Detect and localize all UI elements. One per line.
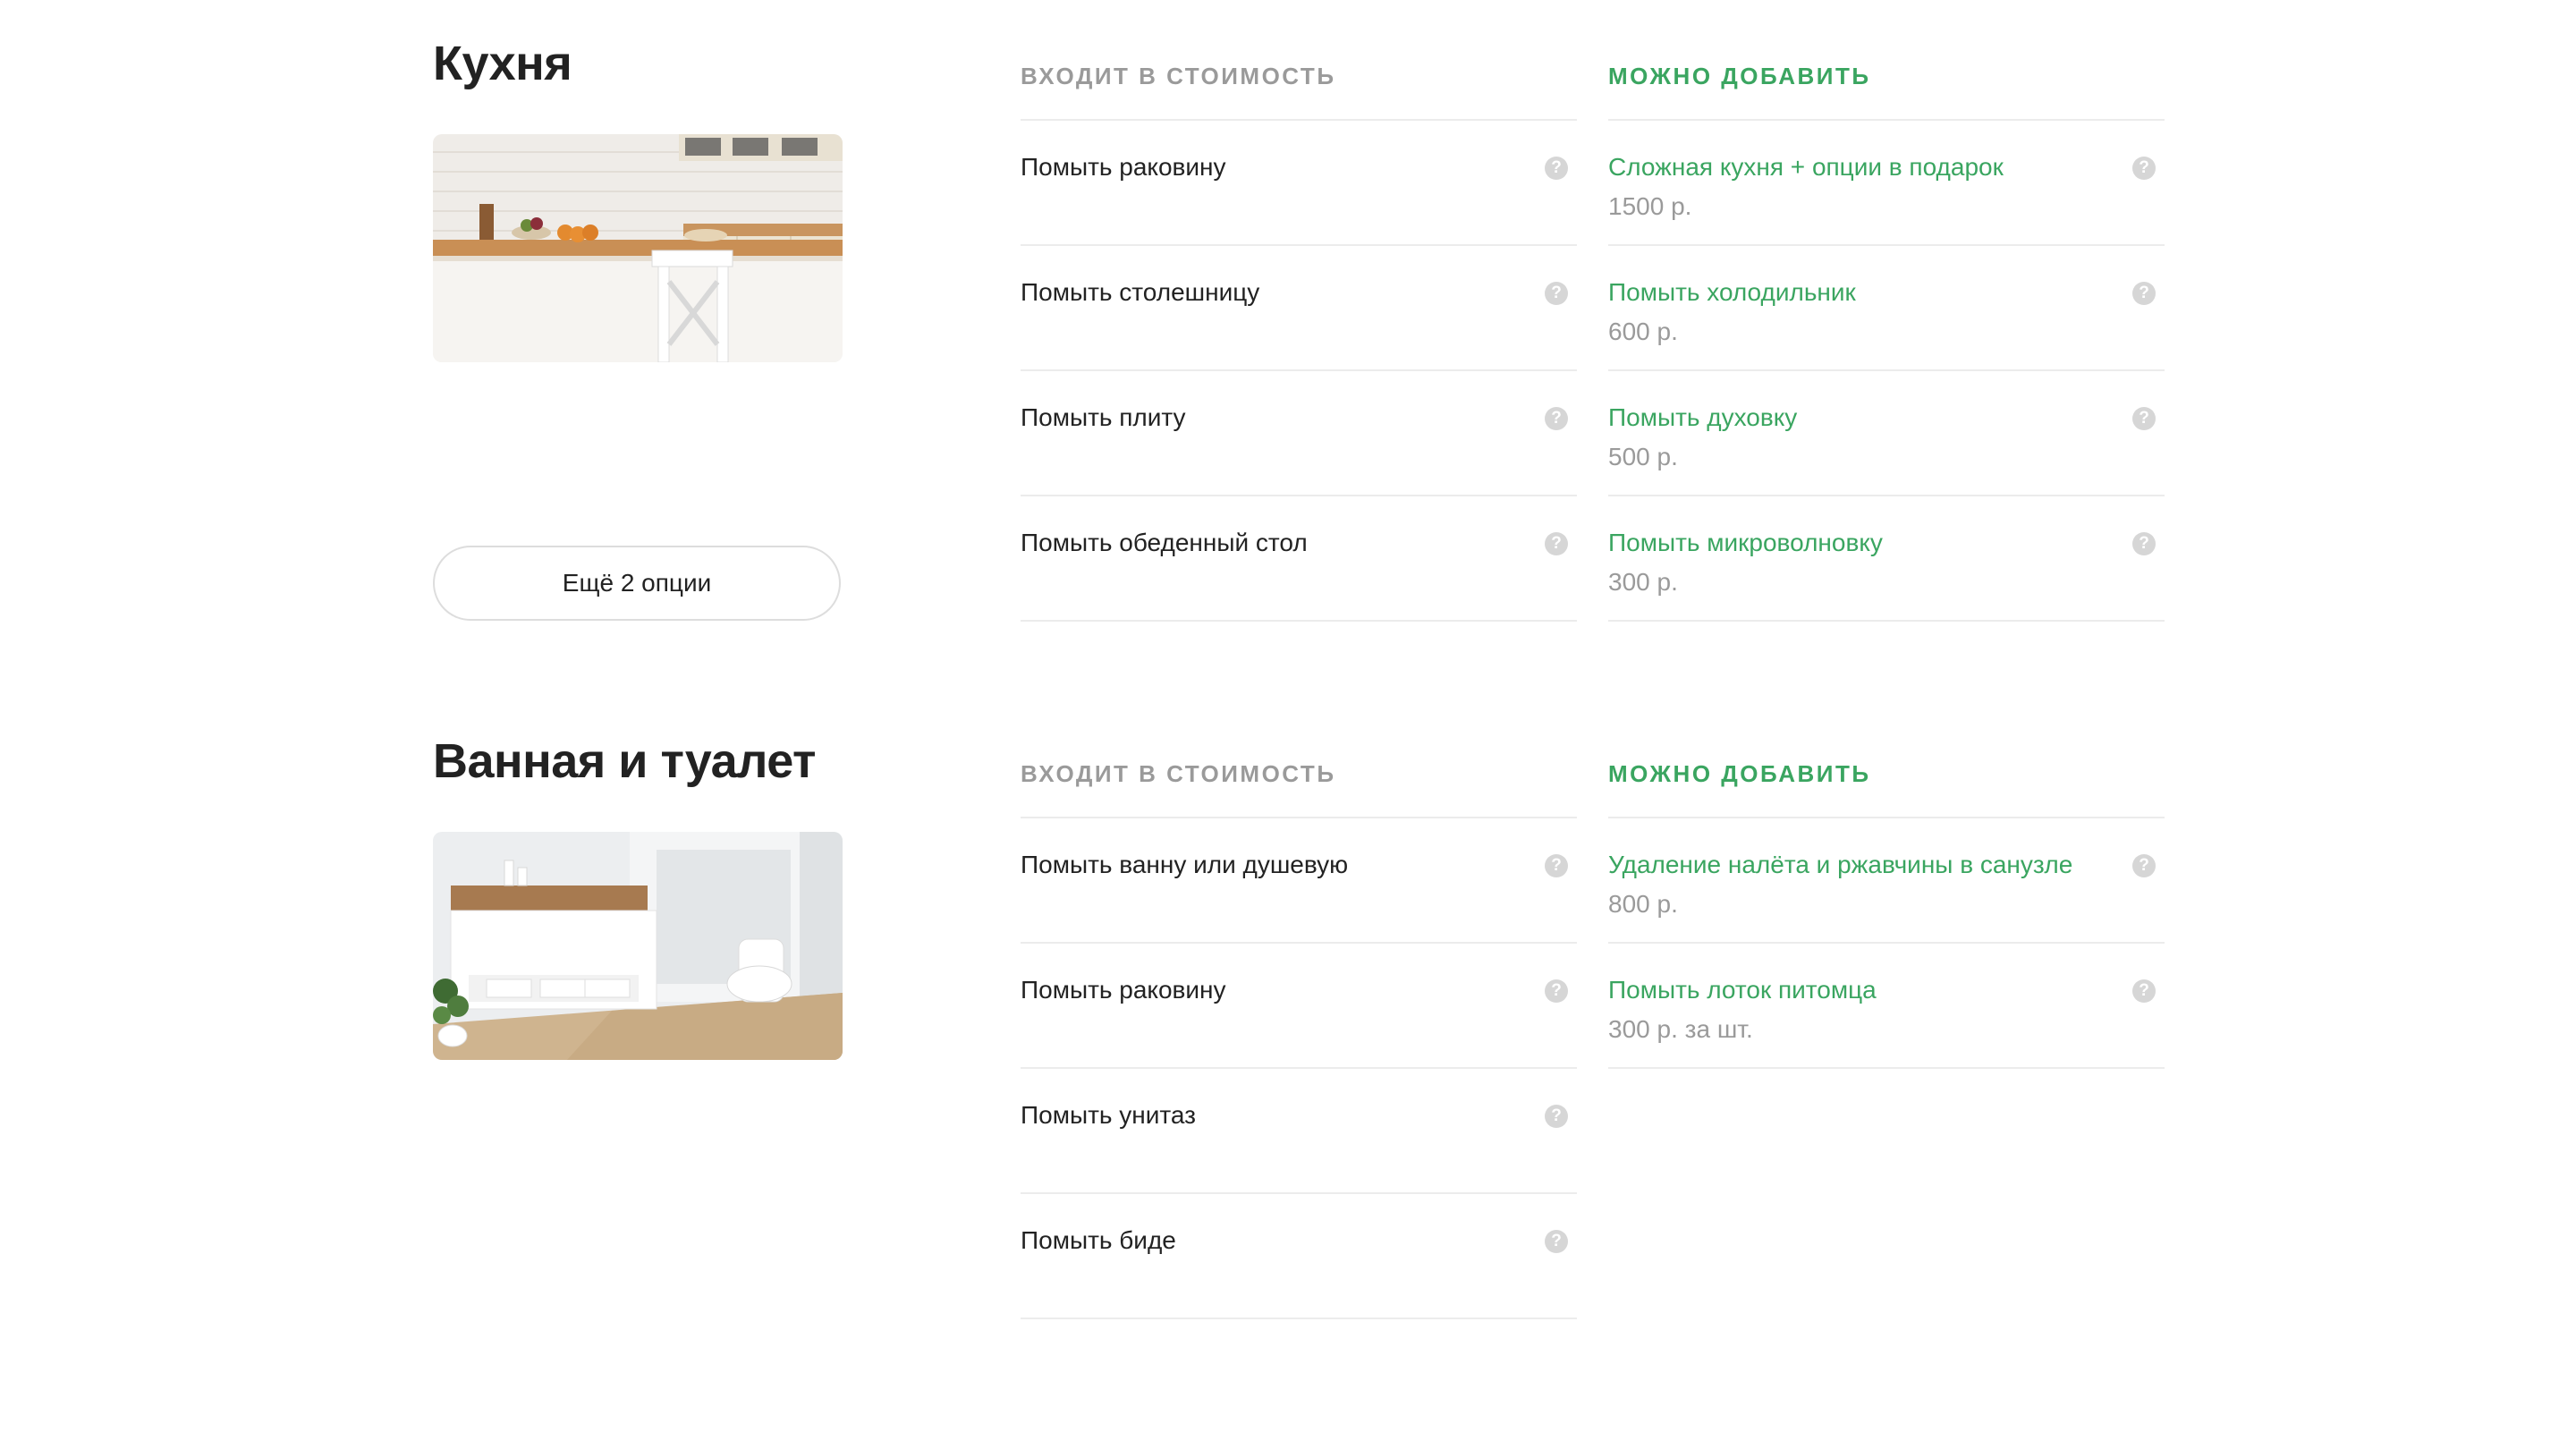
bathroom-photo [433,832,843,1060]
addon-name-link[interactable]: Помыть микроволновку [1608,527,1883,559]
service-name: Помыть обеденный стол [1021,529,1308,556]
help-icon[interactable]: ? [1545,532,1568,555]
help-icon[interactable]: ? [1545,1105,1568,1128]
help-icon[interactable]: ? [2132,979,2156,1003]
addon-name-link[interactable]: Помыть холодильник [1608,276,1856,309]
more-options-button[interactable]: Ещё 2 опции [433,546,841,621]
list-item: Помыть духовку 500 р. ? [1608,371,2165,496]
help-icon[interactable]: ? [1545,854,1568,877]
list-item: Помыть лоток питомца 300 р. за шт. ? [1608,944,2165,1069]
help-icon[interactable]: ? [1545,157,1568,180]
list-item: Помыть столешницу ? [1021,246,1577,371]
bathroom-photo-illustration [433,832,843,1060]
help-icon[interactable]: ? [1545,407,1568,430]
included-header: Входит в стоимость [1021,63,1336,89]
section-title: Кухня [433,37,572,90]
list-item: Помыть плиту ? [1021,371,1577,496]
addon-price: 800 р. [1608,890,1678,918]
list-item: Удаление налёта и ржавчины в санузле 800… [1608,818,2165,944]
addons-list: Сложная кухня + опции в подарок 1500 р. … [1608,119,2165,622]
service-name: Помыть раковину [1021,153,1226,181]
included-header: Входит в стоимость [1021,760,1336,787]
addon-name-link[interactable]: Сложная кухня + опции в подарок [1608,151,2004,183]
help-icon[interactable]: ? [1545,282,1568,305]
kitchen-photo [433,134,843,362]
addon-price: 1500 р. [1608,192,1692,220]
addon-name-link[interactable]: Помыть лоток питомца [1608,974,1877,1006]
list-item: Помыть унитаз ? [1021,1069,1577,1194]
service-name: Помыть раковину [1021,976,1226,1004]
included-list: Помыть ванну или душевую ? Помыть ракови… [1021,817,1577,1319]
addon-name-link[interactable]: Удаление налёта и ржавчины в санузле [1608,849,2072,881]
help-icon[interactable]: ? [2132,532,2156,555]
help-icon[interactable]: ? [2132,282,2156,305]
included-list: Помыть раковину ? Помыть столешницу ? По… [1021,119,1577,622]
service-name: Помыть плиту [1021,403,1186,431]
service-name: Помыть ванну или душевую [1021,851,1349,878]
list-item: Помыть обеденный стол ? [1021,496,1577,622]
addons-header: Можно добавить [1608,63,1871,89]
list-item: Сложная кухня + опции в подарок 1500 р. … [1608,121,2165,246]
service-name: Помыть столешницу [1021,278,1260,306]
service-name: Помыть унитаз [1021,1101,1196,1129]
addon-price: 300 р. [1608,568,1678,596]
addon-price: 500 р. [1608,443,1678,470]
list-item: Помыть раковину ? [1021,121,1577,246]
addon-price: 300 р. за шт. [1608,1015,1753,1043]
list-item: Помыть холодильник 600 р. ? [1608,246,2165,371]
list-item: Помыть ванну или душевую ? [1021,818,1577,944]
help-icon[interactable]: ? [2132,407,2156,430]
list-item: Помыть микроволновку 300 р. ? [1608,496,2165,622]
list-item: Помыть биде ? [1021,1194,1577,1319]
list-item: Помыть раковину ? [1021,944,1577,1069]
addon-name-link[interactable]: Помыть духовку [1608,402,1797,434]
help-icon[interactable]: ? [1545,1230,1568,1253]
addons-list: Удаление налёта и ржавчины в санузле 800… [1608,817,2165,1069]
service-name: Помыть биде [1021,1226,1176,1254]
addon-price: 600 р. [1608,318,1678,345]
kitchen-photo-illustration [433,134,843,362]
help-icon[interactable]: ? [2132,854,2156,877]
help-icon[interactable]: ? [2132,157,2156,180]
section-title: Ванная и туалет [433,734,817,788]
addons-header: Можно добавить [1608,760,1871,787]
page: Кухня Ещё 2 опции ВХОДИТ В СТОИМОСТЬ Пом… [0,0,2576,1449]
help-icon[interactable]: ? [1545,979,1568,1003]
